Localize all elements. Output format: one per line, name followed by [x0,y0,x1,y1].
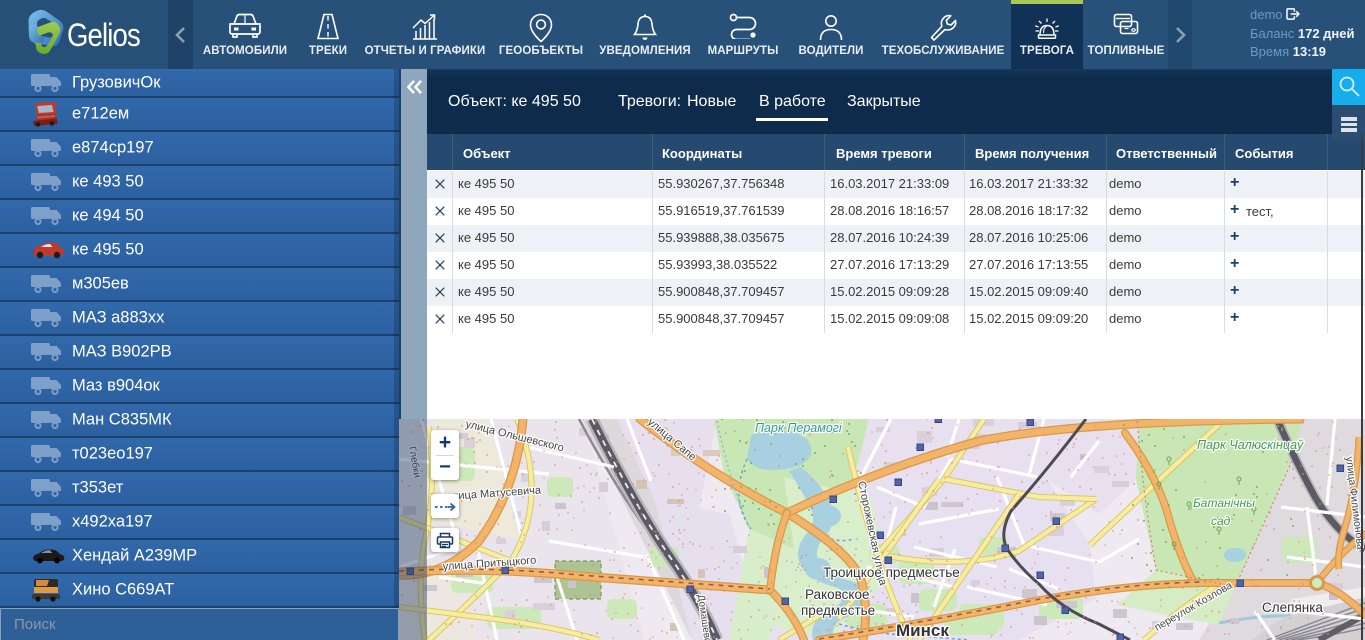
svg-text:Батанічны: Батанічны [1193,496,1255,510]
svg-text:Парк Перамогі: Парк Перамогі [755,421,843,435]
svg-text:Минск: Минск [896,621,949,640]
svg-text:сад: сад [1211,514,1231,528]
svg-text:Парк Чалюскінцаў: Парк Чалюскінцаў [1197,438,1304,452]
svg-text:предместье: предместье [801,603,875,618]
svg-text:Слепянка: Слепянка [1262,600,1323,615]
svg-text:Раковское: Раковское [805,587,869,602]
svg-text:Троицкое предместье: Троицкое предместье [823,565,960,580]
